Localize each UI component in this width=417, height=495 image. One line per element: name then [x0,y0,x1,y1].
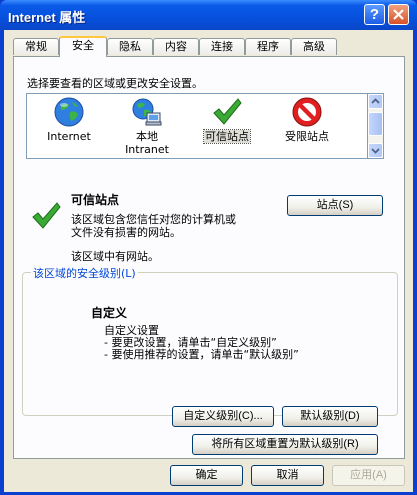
zone-list[interactable]: Internet 本地 Intranet 可信站点 受限站点 [26,93,368,159]
tab-connections[interactable]: 连接 [199,38,245,55]
help-button[interactable]: ? [364,4,385,25]
zone-intranet-label-line1: 本地 [136,130,158,143]
check-icon [213,98,242,125]
security-tab-panel: 选择要查看的区域或更改安全设置。 Internet 本地 Intranet 可信… [13,56,405,459]
security-level-line3: - 要使用推荐的设置，请单击“默认级别” [104,348,299,361]
scroll-up-button[interactable] [368,94,383,109]
zone-list-scrollbar[interactable] [368,93,384,159]
zone-instruction: 选择要查看的区域或更改安全设置。 [27,77,203,90]
sites-button[interactable]: 站点(S) [287,195,383,216]
custom-level-button[interactable]: 自定义级别(C)... [172,406,274,427]
title-bar[interactable]: Internet 属性 ? [0,0,417,30]
zone-restricted-sites[interactable]: 受限站点 [267,96,347,143]
no-entry-icon [292,97,322,127]
security-level-label: 该区域的安全级别(L) [31,265,138,281]
window: Internet 属性 ? 常规 安全 隐私 内容 连接 程序 高级 选择要查看… [0,0,417,495]
apply-button[interactable]: 应用(A) [332,465,405,486]
cancel-button[interactable]: 取消 [251,465,324,486]
zone-trusted-label: 可信站点 [203,129,251,144]
reset-all-zones-button[interactable]: 将所有区域重置为默认级别(R) [192,434,378,455]
zone-local-intranet[interactable]: 本地 Intranet [107,96,187,156]
zone-intranet-label-line2: Intranet [125,143,169,156]
zone-title: 可信站点 [71,193,120,207]
default-level-button[interactable]: 默认级别(D) [282,406,378,427]
close-button[interactable] [388,4,409,25]
security-level-title: 自定义 [91,306,128,320]
trusted-check-icon [32,202,61,229]
zone-sites-note: 该区域中有网站。 [71,250,159,263]
arrow-up-icon [371,98,380,104]
dialog-body: 常规 安全 隐私 内容 连接 程序 高级 选择要查看的区域或更改安全设置。 In… [4,30,413,492]
scroll-thumb[interactable] [368,112,383,136]
globe-icon [54,97,84,127]
scroll-down-button[interactable] [368,143,383,158]
zone-restricted-label: 受限站点 [285,130,329,143]
tab-security[interactable]: 安全 [59,36,107,57]
window-title: Internet 属性 [8,10,86,25]
ok-button[interactable]: 确定 [170,465,243,486]
zone-trusted-sites[interactable]: 可信站点 [187,96,267,144]
tab-privacy[interactable]: 隐私 [107,38,153,55]
tab-content[interactable]: 内容 [153,38,199,55]
intranet-icon [132,98,162,126]
close-icon [393,9,404,20]
arrow-down-icon [371,148,380,154]
zone-description-line2: 文件没有损害的网站。 [71,226,181,239]
tab-advanced[interactable]: 高级 [291,38,337,55]
tab-programs[interactable]: 程序 [245,38,291,55]
tab-general[interactable]: 常规 [13,38,59,55]
zone-internet-label: Internet [47,130,91,143]
zone-internet[interactable]: Internet [29,96,109,143]
